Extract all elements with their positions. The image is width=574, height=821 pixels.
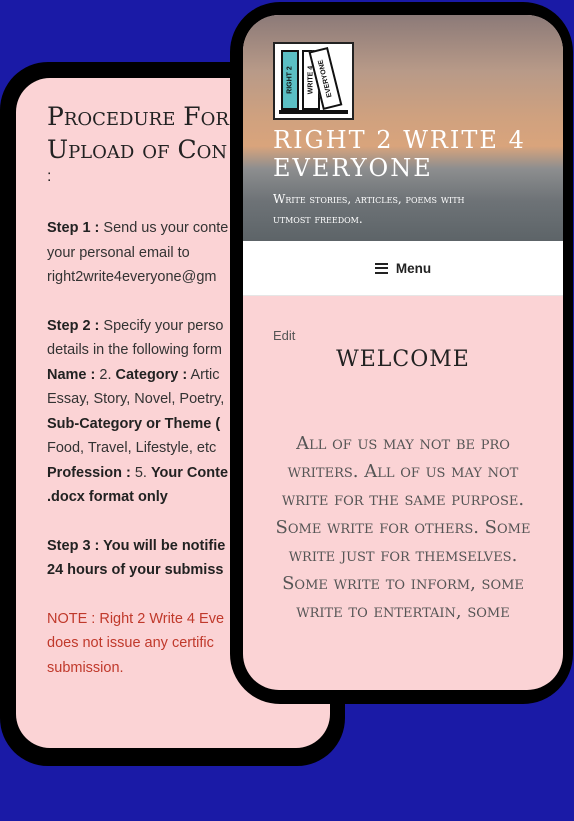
item-five: 5. [130,464,151,481]
site-logo[interactable]: RIGHT 2 WRITE 4 EVERYONE [273,42,354,120]
front-phone-frame: RIGHT 2 WRITE 4 EVERYONE RIGHT 2 WRITE 4… [230,2,573,704]
logo-book-1: RIGHT 2 [281,50,299,110]
site-title[interactable]: RIGHT 2 WRITE 4 EVERYONE [273,126,526,182]
header-hero-image: RIGHT 2 WRITE 4 EVERYONE RIGHT 2 WRITE 4… [243,15,563,241]
category-text: Artic [187,366,220,383]
step2-text: Specify your perso [99,317,224,334]
step3-line1: Step 3 : You will be notifie [47,537,226,554]
edit-link[interactable]: Edit [273,328,295,343]
subcategory-label: Sub-Category or Theme ( [47,415,221,432]
logo-shelf [279,110,348,114]
content-label: Your Conte [150,464,229,481]
step3-line2: 24 hours of your submiss [47,562,224,578]
step2-label: Step 2 : [47,317,100,334]
name-label: Name : [47,366,96,383]
welcome-heading: WELCOME [336,347,470,372]
site-tagline: Write stories, articles, poems with utmo… [273,192,465,226]
item-two: 2. [95,366,116,383]
website-screen: RIGHT 2 WRITE 4 EVERYONE RIGHT 2 WRITE 4… [243,15,563,690]
profession-label: Profession : [47,464,131,481]
menu-button[interactable]: Menu [374,260,432,276]
hamburger-icon [374,262,388,274]
step1-label: Step 1 : [47,220,100,236]
docx-format: .docx format only [47,489,168,505]
navigation-bar: Menu [243,241,563,296]
menu-label: Menu [395,260,432,276]
step1-text: Send us your conte [99,220,229,236]
category-label: Category : [115,366,188,383]
intro-paragraph: All of us may not be pro writers. All of… [275,433,531,622]
